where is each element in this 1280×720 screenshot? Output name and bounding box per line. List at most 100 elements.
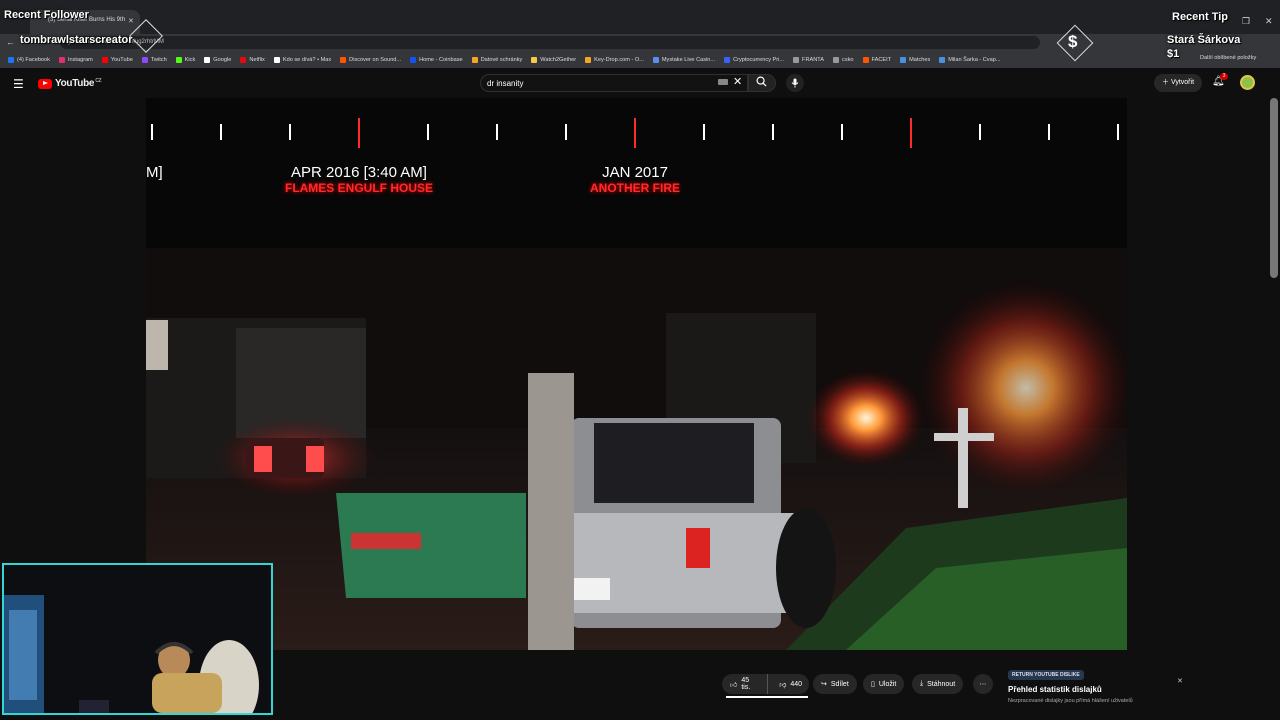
- bookmark-favicon-icon: [175, 57, 182, 63]
- bookmark-item[interactable]: Cryptocurrency Pri...: [724, 57, 784, 63]
- bookmark-favicon-icon: [900, 57, 907, 63]
- bookmark-label: Kick: [184, 57, 196, 63]
- save-button[interactable]: ▯ Uložit: [863, 674, 905, 694]
- bookmark-label: Home - Coinbase: [419, 57, 463, 63]
- bookmark-favicon-icon: [273, 57, 280, 63]
- bookmark-label: FRANTA: [802, 57, 825, 63]
- window-restore-icon[interactable]: ❐: [1242, 16, 1250, 27]
- recent-tip-label: Recent Tip: [1172, 11, 1229, 23]
- recent-tip-name: Stará Šárkova: [1167, 34, 1241, 46]
- dislike-count: 440: [790, 680, 802, 688]
- bookmark-item[interactable]: Google: [204, 57, 231, 63]
- webcam-overlay: [2, 563, 273, 715]
- youtube-logo[interactable]: YouTube CZ: [38, 78, 102, 89]
- bookmark-item[interactable]: Discover on Sound...: [340, 57, 401, 63]
- ryd-subtitle: Nezpracované dislajky jsou přímá hlášení…: [1008, 698, 1133, 704]
- back-arrow-icon[interactable]: ←: [6, 37, 15, 47]
- ryd-close-icon[interactable]: ✕: [1177, 677, 1183, 685]
- bookmark-item[interactable]: Matches: [900, 57, 930, 63]
- window-close-icon[interactable]: ✕: [1265, 16, 1273, 27]
- bookmark-item[interactable]: FACEIT: [862, 57, 891, 63]
- download-icon: ⤓: [920, 680, 924, 687]
- bookmark-label: Google: [213, 57, 232, 63]
- bookmark-item[interactable]: Netflix: [240, 57, 265, 63]
- download-button[interactable]: ⤓ Stáhnout: [912, 674, 964, 694]
- bookmark-favicon-icon: [101, 57, 108, 63]
- thumbs-up-icon: 👍︎: [730, 681, 738, 689]
- bookmark-favicon-icon: [471, 57, 478, 63]
- browser-tab-bar: [0, 0, 1280, 34]
- menu-icon[interactable]: ☰: [13, 77, 24, 91]
- share-icon: ↪: [821, 681, 827, 688]
- bookmark-item[interactable]: Datové schránky: [471, 57, 522, 63]
- bookmark-favicon-icon: [652, 57, 659, 63]
- video-player[interactable]: M] APR 2016 [3:40 AM] FLAMES ENGULF HOUS…: [146, 98, 1127, 650]
- tab-close-icon[interactable]: ✕: [128, 17, 134, 25]
- bookmark-label: (4) Facebook: [17, 57, 50, 63]
- bookmark-item[interactable]: Milan Šarka - Cvap...: [939, 57, 1001, 63]
- share-button[interactable]: ↪ Sdílet: [813, 674, 857, 694]
- bookmark-favicon-icon: [58, 57, 65, 63]
- bookmark-item[interactable]: Key-Drop.com - O...: [585, 57, 644, 63]
- address-bar[interactable]: youtube.com/watch?v=Slug2rhtrMM: [60, 36, 1040, 49]
- thumbs-down-icon: 👎︎: [779, 681, 787, 689]
- bookmark-item[interactable]: Kdo se dívá? • Max: [273, 57, 331, 63]
- clear-search-icon[interactable]: ✕: [733, 75, 742, 88]
- keyboard-icon[interactable]: [718, 79, 728, 85]
- youtube-play-icon: [38, 78, 52, 89]
- bookmark-favicon-icon: [410, 57, 417, 63]
- bookmark-label: Twitch: [150, 57, 167, 63]
- bookmark-item[interactable]: (4) Facebook: [8, 57, 50, 63]
- timeline-event: ANOTHER FIRE: [590, 181, 680, 195]
- bookmark-favicon-icon: [531, 57, 538, 63]
- bookmark-label: Discover on Sound...: [349, 57, 402, 63]
- recent-tip-amount: $1: [1167, 48, 1180, 60]
- bookmark-item[interactable]: FRANTA: [793, 57, 824, 63]
- like-ratio-bar: [726, 696, 808, 698]
- create-label: Vytvořit: [1170, 79, 1195, 86]
- ryd-badge: RETURN YOUTUBE DISLIKE: [1008, 670, 1084, 680]
- timeline-entry: JAN 2017 ANOTHER FIRE: [566, 164, 704, 195]
- bookmark-item[interactable]: Home - Coinbase: [410, 57, 463, 63]
- timeline-date: JAN 2017: [602, 164, 668, 181]
- bookmark-favicon-icon: [240, 57, 247, 63]
- bookmark-label: Instagram: [67, 57, 93, 63]
- bookmark-label: Mystake Live Casin...: [661, 57, 716, 63]
- recent-follower-label: Recent Follower: [4, 9, 89, 21]
- page-scrollbar[interactable]: [1270, 98, 1278, 278]
- like-dislike-pill: 👍︎ 45 tis. 👎︎ 440: [722, 674, 809, 694]
- dislike-button[interactable]: 👎︎ 440: [772, 674, 809, 694]
- bookmark-favicon-icon: [585, 57, 592, 63]
- recent-follower-name: tombrawlstarscreator: [20, 34, 133, 46]
- search-input[interactable]: dr insanity: [480, 74, 748, 92]
- timeline-ticks: [151, 118, 1119, 148]
- search-icon[interactable]: [756, 76, 767, 90]
- bookmark-label: Cryptocurrency Pri...: [733, 57, 785, 63]
- like-button[interactable]: 👍︎ 45 tis.: [722, 674, 769, 694]
- bookmark-favicon-icon: [204, 57, 211, 63]
- bookmark-item[interactable]: Watch2Gether: [531, 57, 576, 63]
- bookmark-favicon-icon: [8, 57, 14, 63]
- create-button[interactable]: ＋ Vytvořit: [1154, 74, 1202, 92]
- bookmark-item[interactable]: YouTube: [101, 57, 133, 63]
- bookmark-item[interactable]: Twitch: [141, 57, 167, 63]
- ryd-title: Přehled statistik dislajků: [1008, 685, 1102, 694]
- more-actions-button[interactable]: ⋯: [973, 674, 993, 694]
- bookmark-favicon-icon: [939, 57, 946, 63]
- bookmark-label: Matches: [909, 57, 931, 63]
- download-label: Stáhnout: [927, 680, 956, 688]
- timeline-edge-fragment: M]: [146, 164, 163, 181]
- microphone-icon[interactable]: [786, 74, 804, 92]
- bookmark-item[interactable]: Kick: [175, 57, 196, 63]
- bookmark-favicon-icon: [862, 57, 869, 63]
- bookmark-item[interactable]: csko: [833, 57, 854, 63]
- youtube-logo-text: YouTube: [55, 78, 95, 89]
- bookmark-label: Watch2Gether: [540, 57, 577, 63]
- search-query: dr insanity: [487, 79, 524, 88]
- share-label: Sdílet: [830, 680, 849, 688]
- bookmark-item[interactable]: Mystake Live Casin...: [652, 57, 716, 63]
- other-bookmarks-folder[interactable]: Další oblíbené položky: [1200, 55, 1256, 61]
- bookmark-item[interactable]: Instagram: [58, 57, 93, 63]
- avatar[interactable]: [1240, 75, 1255, 90]
- bookmark-favicon-icon: [793, 57, 800, 63]
